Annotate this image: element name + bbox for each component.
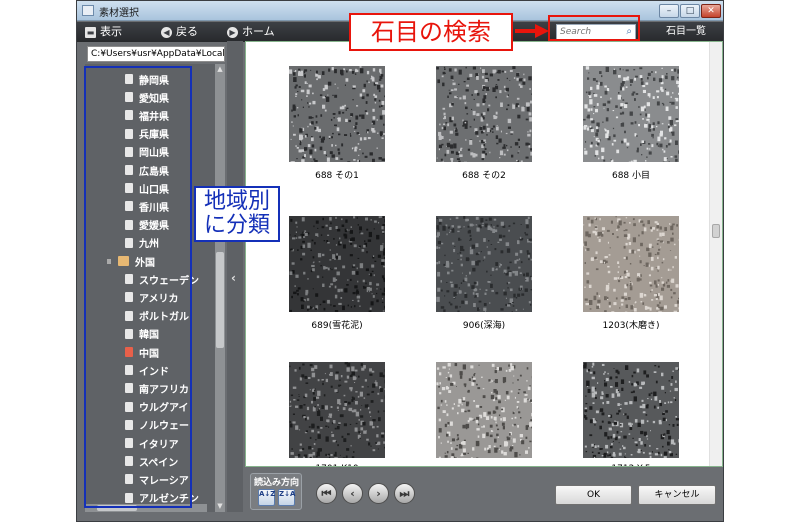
home-label: ホーム bbox=[242, 25, 275, 38]
panel-collapse-handle[interactable]: ‹ bbox=[227, 41, 243, 512]
stone-texture-thumbnail[interactable] bbox=[289, 362, 385, 458]
stone-texture-thumbnail[interactable] bbox=[436, 362, 532, 458]
maximize-button[interactable]: □ bbox=[680, 4, 700, 18]
ok-button[interactable]: OK bbox=[555, 485, 632, 505]
sort-descending-button[interactable]: Z↓A bbox=[278, 489, 295, 506]
stone-texture-thumbnail[interactable] bbox=[583, 66, 679, 162]
stone-texture-thumbnail[interactable] bbox=[583, 362, 679, 458]
first-page-button[interactable]: ⏮ bbox=[316, 483, 337, 504]
minimize-button[interactable]: – bbox=[659, 4, 679, 18]
stone-tile-label: 688 その2 bbox=[462, 171, 506, 181]
region-callout-label: 地域別 に分類 bbox=[194, 186, 280, 242]
stone-tile-label: 688 小目 bbox=[611, 171, 651, 181]
sort-ascending-button[interactable]: A↓Z bbox=[258, 489, 275, 506]
view-button[interactable]: ▬ 表示 bbox=[85, 24, 122, 40]
tree-scroll-thumb[interactable] bbox=[216, 252, 224, 348]
back-button[interactable]: ◀ 戻る bbox=[161, 24, 198, 40]
path-field[interactable]: C:¥Users¥usr¥AppData¥Local¥C bbox=[87, 46, 225, 62]
stone-tile-label: 906(深海) bbox=[462, 321, 506, 331]
window-title: 素材選択 bbox=[99, 8, 139, 19]
callout-arrow-icon bbox=[515, 24, 549, 38]
view-label: 表示 bbox=[100, 25, 122, 38]
previous-page-button[interactable]: ‹ bbox=[342, 483, 363, 504]
scroll-down-icon[interactable]: ▼ bbox=[215, 501, 225, 511]
stone-list-button[interactable]: 石目一覧 bbox=[661, 24, 711, 40]
tree-highlight-frame bbox=[84, 66, 192, 508]
home-arrow-icon: ▶ bbox=[227, 26, 238, 38]
search-callout-label: 石目の検索 bbox=[349, 13, 513, 51]
stone-tile-label: 688 その1 bbox=[315, 171, 359, 181]
stone-texture-thumbnail[interactable] bbox=[289, 216, 385, 312]
load-direction-group: 読込み方向 A↓Z Z↓A bbox=[250, 473, 302, 510]
stone-texture-thumbnail[interactable] bbox=[436, 216, 532, 312]
home-button[interactable]: ▶ ホーム bbox=[227, 24, 275, 40]
search-highlight-frame bbox=[548, 15, 640, 41]
stone-tile-label: 1203(木磨き) bbox=[602, 321, 660, 331]
next-page-button[interactable]: › bbox=[368, 483, 389, 504]
bottom-bar: 読込み方向 A↓Z Z↓A ⏮ ‹ › ⏭ OK キャンセル bbox=[245, 467, 723, 512]
load-direction-label: 読込み方向 bbox=[254, 478, 300, 488]
gallery-scrollbar[interactable] bbox=[709, 42, 722, 466]
back-arrow-icon: ◀ bbox=[161, 26, 172, 38]
scroll-up-icon[interactable]: ▲ bbox=[215, 64, 225, 74]
stone-texture-thumbnail[interactable] bbox=[436, 66, 532, 162]
view-icon: ▬ bbox=[85, 26, 96, 38]
last-page-button[interactable]: ⏭ bbox=[394, 483, 415, 504]
stone-gallery: 688 その1 688 その2 688 小目 689(雪花泥) 906(深海) 1203(… bbox=[245, 41, 723, 467]
stone-texture-thumbnail[interactable] bbox=[583, 216, 679, 312]
tree-scrollbar[interactable]: ▲ ▼ bbox=[215, 64, 225, 512]
stone-tile-label: 689(雪花泥) bbox=[311, 321, 363, 331]
close-button[interactable]: ✕ bbox=[701, 4, 721, 18]
app-icon bbox=[82, 5, 94, 16]
back-label: 戻る bbox=[176, 25, 198, 38]
chevron-left-icon[interactable]: ‹ bbox=[231, 271, 236, 285]
gallery-scroll-thumb[interactable] bbox=[712, 224, 720, 238]
cancel-button[interactable]: キャンセル bbox=[638, 485, 716, 505]
stone-texture-thumbnail[interactable] bbox=[289, 66, 385, 162]
